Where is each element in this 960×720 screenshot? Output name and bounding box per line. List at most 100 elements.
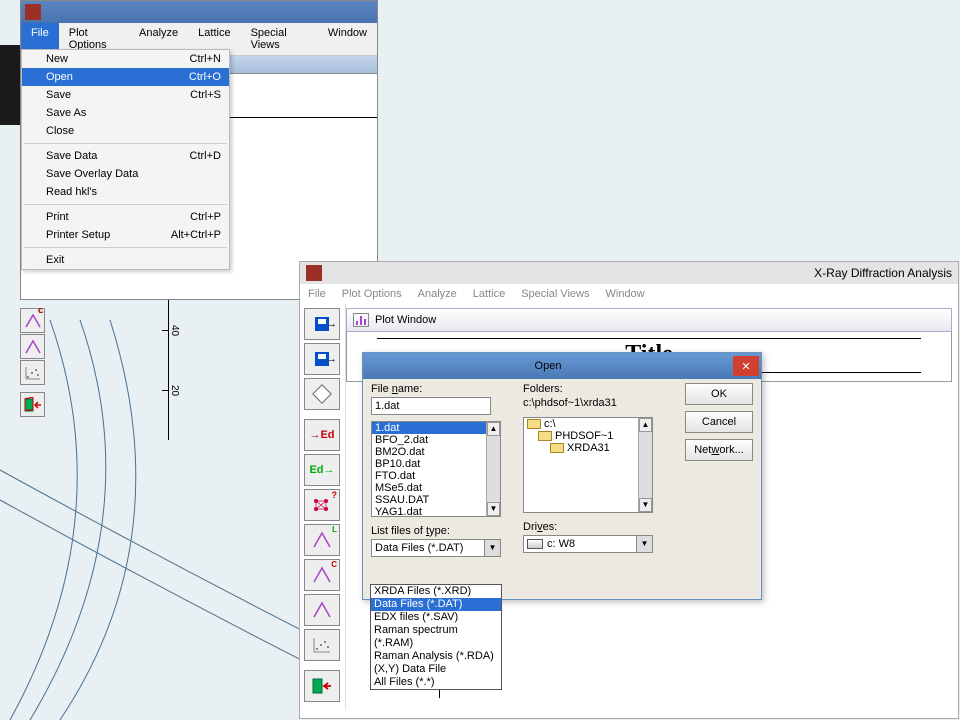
chevron-down-icon[interactable]: ▼ bbox=[484, 540, 500, 556]
scatter-icon[interactable] bbox=[304, 629, 340, 661]
shortcut: Ctrl+D bbox=[190, 150, 221, 162]
file-listbox[interactable]: 1.dat BFO_2.dat BM2O.dat BP10.dat FTO.da… bbox=[371, 421, 501, 517]
peak-c-icon[interactable]: C bbox=[20, 334, 45, 359]
scroll-down-icon[interactable]: ▼ bbox=[639, 498, 652, 512]
peak-c-icon[interactable]: C bbox=[304, 559, 340, 591]
menu-item-printer-setup[interactable]: Printer SetupAlt+Ctrl+P bbox=[22, 226, 229, 244]
shortcut: Ctrl+O bbox=[189, 71, 221, 83]
dialog-body: File name: 1.dat BFO_2.dat BM2O.dat BP10… bbox=[363, 379, 761, 395]
ed-green-icon[interactable]: Ed→ bbox=[304, 454, 340, 486]
drives-label: Drives: bbox=[523, 521, 653, 533]
option[interactable]: XRDA Files (*.XRD) bbox=[371, 585, 501, 598]
file-type-combo[interactable]: Data Files (*.DAT) ▼ bbox=[371, 539, 501, 557]
label: Save Overlay Data bbox=[46, 168, 138, 180]
arrow-right-icon: → bbox=[326, 353, 337, 365]
file-type-dropdown[interactable]: XRDA Files (*.XRD) Data Files (*.DAT) ED… bbox=[370, 584, 502, 690]
dialog-titlebar[interactable]: Open ✕ bbox=[363, 353, 761, 379]
menu-item-save-data[interactable]: Save Data Ctrl+D bbox=[22, 147, 229, 165]
arrow-right-icon: → bbox=[326, 318, 337, 330]
peak-l-icon[interactable]: L bbox=[304, 524, 340, 556]
scroll-down-icon[interactable]: ▼ bbox=[487, 502, 500, 516]
menu-item-close[interactable]: Close bbox=[22, 122, 229, 140]
menu-item-save[interactable]: SaveCtrl+S bbox=[22, 86, 229, 104]
label: Open bbox=[46, 71, 73, 83]
folders-label: Folders: bbox=[523, 383, 653, 395]
shortcut: Ctrl+S bbox=[190, 89, 221, 101]
ok-button[interactable]: OK bbox=[685, 383, 753, 405]
menu-special-views[interactable]: Special Views bbox=[521, 288, 589, 300]
option[interactable]: EDX files (*.SAV) bbox=[371, 611, 501, 624]
scrollbar[interactable]: ▲▼ bbox=[486, 422, 500, 516]
cancel-button[interactable]: Cancel bbox=[685, 411, 753, 433]
y-tick-mark bbox=[162, 390, 168, 391]
list-item[interactable]: FTO.dat bbox=[372, 470, 500, 482]
menu-special-views[interactable]: Special Views bbox=[241, 23, 318, 55]
menu-analyze[interactable]: Analyze bbox=[418, 288, 457, 300]
menu-file[interactable]: File bbox=[308, 288, 326, 300]
y-tick-mark bbox=[162, 330, 168, 331]
scroll-up-icon[interactable]: ▲ bbox=[639, 418, 652, 432]
option[interactable]: All Files (*.*) bbox=[371, 676, 501, 689]
label: Exit bbox=[46, 254, 64, 266]
list-item[interactable]: SSAU.DAT bbox=[372, 494, 500, 506]
app-icon bbox=[25, 4, 41, 20]
option[interactable]: Data Files (*.DAT) bbox=[371, 598, 501, 611]
exit-icon[interactable] bbox=[20, 392, 45, 417]
plot-window-label: Plot Window bbox=[375, 314, 436, 326]
menu-item-new[interactable]: New Ctrl+N bbox=[22, 50, 229, 68]
menu-item-exit[interactable]: Exit bbox=[22, 251, 229, 269]
menu-item-save-as[interactable]: Save As bbox=[22, 104, 229, 122]
folder-listbox[interactable]: c:\ PHDSOF~1 XRDA31 ▲▼ bbox=[523, 417, 653, 513]
folders-path: c:\phdsof~1\xrda31 bbox=[523, 397, 653, 409]
exit-icon[interactable] bbox=[304, 670, 340, 702]
folder-open-icon bbox=[550, 443, 564, 453]
menu-window[interactable]: Window bbox=[318, 23, 377, 55]
list-item[interactable]: MSe5.dat bbox=[372, 482, 500, 494]
menu-item-print[interactable]: PrintCtrl+P bbox=[22, 208, 229, 226]
file-name-input[interactable] bbox=[371, 397, 491, 415]
drive-icon bbox=[527, 539, 543, 549]
titlebar[interactable]: X-Ray Diffraction Analysis bbox=[300, 262, 958, 284]
network-button[interactable]: Network... bbox=[685, 439, 753, 461]
list-item[interactable]: BFO_2.dat bbox=[372, 434, 500, 446]
option[interactable]: Raman Analysis (*.RDA) bbox=[371, 650, 501, 663]
titlebar[interactable] bbox=[21, 1, 377, 23]
option[interactable]: Raman spectrum (*.RAM) bbox=[371, 624, 501, 650]
list-item[interactable]: BP10.dat bbox=[372, 458, 500, 470]
window-title: X-Ray Diffraction Analysis bbox=[814, 266, 952, 280]
label: Save Data bbox=[46, 150, 97, 162]
save-arrow-icon[interactable]: → bbox=[304, 308, 340, 340]
lattice-icon[interactable]: ? bbox=[304, 489, 340, 521]
menu-item-read-hkl[interactable]: Read hkl's bbox=[22, 183, 229, 201]
list-item[interactable]: BM2O.dat bbox=[372, 446, 500, 458]
plot-window-titlebar[interactable]: Plot Window bbox=[346, 308, 952, 332]
peak-x-icon[interactable] bbox=[304, 594, 340, 626]
save-arrow-icon[interactable]: → bbox=[304, 343, 340, 375]
label: New bbox=[46, 53, 68, 65]
chevron-down-icon[interactable]: ▼ bbox=[636, 536, 652, 552]
scatter-icon[interactable] bbox=[20, 360, 45, 385]
list-item[interactable]: c:\ bbox=[524, 418, 652, 430]
diamond-icon[interactable] bbox=[304, 378, 340, 410]
list-item[interactable]: YAG1.dat bbox=[372, 506, 500, 517]
scrollbar[interactable]: ▲▼ bbox=[638, 418, 652, 512]
separator bbox=[24, 204, 227, 205]
menu-window[interactable]: Window bbox=[606, 288, 645, 300]
main-window-1: File Plot Options Analyze Lattice Specia… bbox=[20, 0, 378, 300]
combo-value: Data Files (*.DAT) bbox=[375, 542, 463, 554]
separator bbox=[24, 247, 227, 248]
list-item[interactable]: XRDA31 bbox=[524, 442, 652, 454]
scroll-up-icon[interactable]: ▲ bbox=[487, 422, 500, 436]
menu-plot-options[interactable]: Plot Options bbox=[342, 288, 402, 300]
shortcut: Ctrl+N bbox=[190, 53, 221, 65]
list-item[interactable]: PHDSOF~1 bbox=[524, 430, 652, 442]
menu-lattice[interactable]: Lattice bbox=[473, 288, 505, 300]
close-button[interactable]: ✕ bbox=[733, 356, 759, 376]
menu-item-open[interactable]: Open Ctrl+O bbox=[22, 68, 229, 86]
option[interactable]: (X,Y) Data File bbox=[371, 663, 501, 676]
app-icon bbox=[306, 265, 322, 281]
ed-red-icon[interactable]: →Ed bbox=[304, 419, 340, 451]
menu-item-save-overlay[interactable]: Save Overlay Data bbox=[22, 165, 229, 183]
list-item[interactable]: 1.dat bbox=[372, 422, 500, 434]
drives-combo[interactable]: c: W8▼ bbox=[523, 535, 653, 553]
